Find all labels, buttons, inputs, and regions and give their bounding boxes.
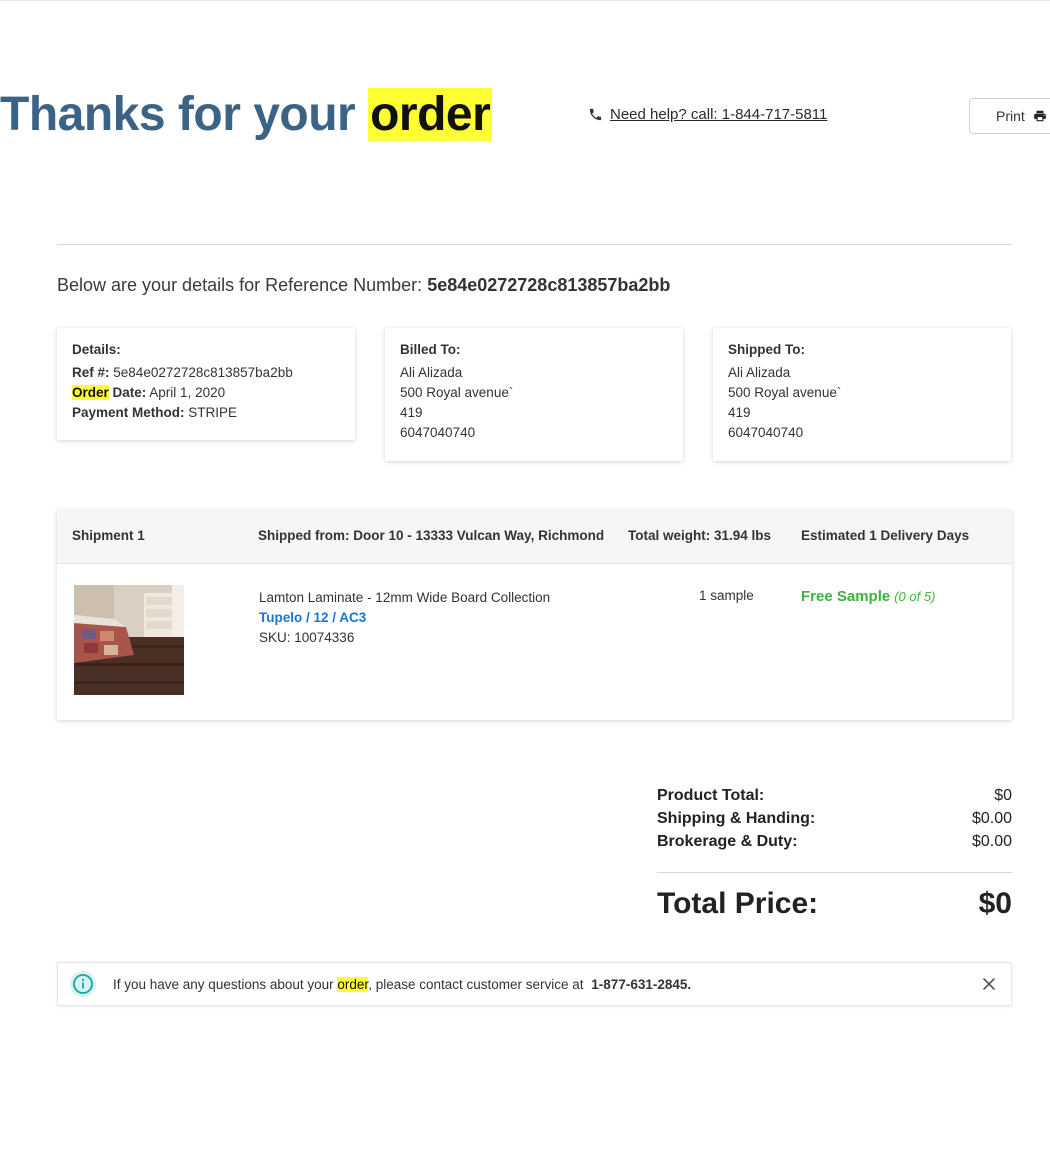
details-heading: Details: [72,342,121,357]
product-total-row: Product Total: $0 [657,784,1012,807]
page-title-prefix: Thanks for your [0,88,369,141]
shipped-card: Shipped To: Ali Alizada 500 Royal avenue… [713,328,1011,461]
reference-line: Below are your details for Reference Num… [57,275,670,296]
notice-highlight: order [337,976,369,992]
brokerage-row: Brokerage & Duty: $0.00 [657,830,1012,853]
notice-text: If you have any questions about your ord… [113,976,692,992]
date-label: Date: [108,385,147,400]
shipment-panel: Shipment 1 Shipped from: Door 10 - 13333… [57,510,1012,720]
ref-value: 5e84e0272728c813857ba2bb [113,365,293,380]
total-price-value: $0 [978,887,1012,920]
notice-text-after: , please contact customer service at [368,976,588,992]
shipped-address: 500 Royal avenue` [728,385,842,400]
page-title-highlight: order [368,88,493,141]
phone-icon [589,108,602,121]
product-total-label: Product Total: [657,787,765,804]
date-value: April 1, 2020 [149,385,226,400]
billed-heading: Billed To: [400,342,461,357]
free-sample-label: Free Sample [801,588,891,605]
brokerage-label: Brokerage & Duty: [657,833,798,850]
print-button[interactable]: Print [969,98,1050,134]
details-date: Order Date: April 1, 2020 [72,383,340,403]
shipment-header: Shipment 1 Shipped from: Door 10 - 13333… [57,510,1012,564]
shipped-name: Ali Alizada [728,365,791,380]
billed-phone: 6047040740 [400,425,476,440]
order-totals: Product Total: $0 Shipping & Handing: $0.0… [657,784,1012,925]
shipment-weight: Total weight: 31.94 lbs [628,528,772,543]
customer-service-notice: If you have any questions about your ord… [57,962,1012,1006]
notice-phone: 1-877-631-2845. [591,976,692,992]
top-border [0,0,1050,1]
brokerage-value: $0.00 [971,833,1012,850]
details-ref: Ref #: 5e84e0272728c813857ba2bb [72,363,340,383]
product-info: Lamton Laminate - 12mm Wide Board Collec… [259,588,550,648]
help-phone: Need help? call: 1-844-717-5811 [588,106,827,123]
info-icon [70,971,96,997]
total-price-label: Total Price: [657,887,819,920]
total-price-row: Total Price: $0 [657,883,1012,925]
billed-name: Ali Alizada [400,365,463,380]
totals-divider [657,872,1012,873]
order-word: Order [72,385,109,400]
shipping-row: Shipping & Handing: $0.00 [657,807,1012,830]
product-image [74,585,184,695]
page-title: Thanks for your order [0,84,493,146]
shipped-heading: Shipped To: [728,342,805,357]
product-variant-link[interactable]: Tupelo / 12 / AC3 [259,608,550,628]
product-sku: SKU: 10074336 [259,630,355,645]
details-payment: Payment Method: STRIPE [72,403,340,423]
details-card: Details: Ref #: 5e84e0272728c813857ba2bb… [57,328,355,440]
billed-address: 500 Royal avenue` [400,385,514,400]
shipping-value: $0.00 [971,810,1012,827]
print-button-label: Print [996,108,1025,124]
product-quantity: 1 sample [699,588,754,603]
shipment-title: Shipment 1 [72,528,145,543]
header-divider [57,244,1012,245]
shipped-unit: 419 [728,405,751,420]
product-name: Lamton Laminate - 12mm Wide Board Collec… [259,590,551,605]
billed-unit: 419 [400,405,423,420]
shipment-delivery: Estimated 1 Delivery Days [801,528,970,543]
free-sample-badge: Free Sample (0 of 5) [801,588,935,605]
shipment-from: Shipped from: Door 10 - 13333 Vulcan Way… [258,528,605,543]
free-sample-count: (0 of 5) [894,589,936,604]
reference-intro: Below are your details for Reference Num… [57,275,423,295]
billed-card: Billed To: Ali Alizada 500 Royal avenue`… [385,328,683,461]
shipping-label: Shipping & Handing: [657,810,816,827]
close-icon[interactable] [981,976,997,992]
notice-text-before: If you have any questions about your [113,976,338,992]
shipped-phone: 6047040740 [728,425,804,440]
reference-number: 5e84e0272728c813857ba2bb [427,275,671,295]
printer-icon [1033,110,1046,122]
product-total-value: $0 [994,787,1012,804]
ref-label: Ref #: [72,365,110,380]
help-phone-link[interactable]: Need help? call: 1-844-717-5811 [610,106,827,123]
payment-value: STRIPE [188,405,238,420]
payment-label: Payment Method: [72,405,185,420]
